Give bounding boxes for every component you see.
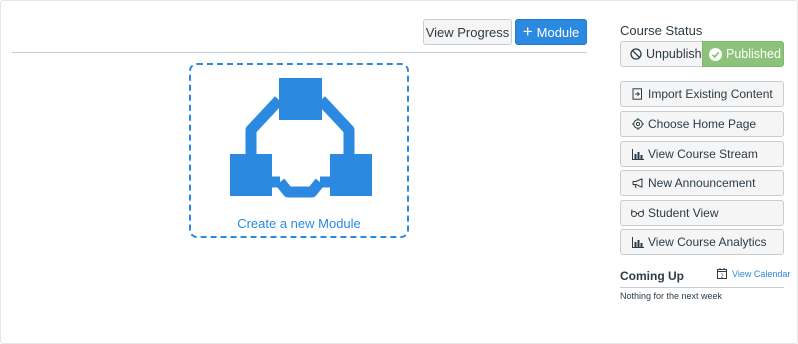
- view-calendar-label: View Calendar: [732, 268, 791, 279]
- create-module-card[interactable]: Create a new Module: [189, 63, 409, 238]
- check-circle-icon: [709, 47, 722, 61]
- import-content-button[interactable]: Import Existing Content: [620, 81, 784, 107]
- unpublish-label: Unpublish: [646, 47, 702, 61]
- choose-home-page-button[interactable]: Choose Home Page: [620, 111, 784, 137]
- add-module-label: Module: [536, 24, 580, 40]
- analytics-chart-icon: [631, 236, 644, 249]
- published-label: Published: [726, 47, 781, 61]
- import-icon: [631, 88, 644, 101]
- view-course-stream-label: View Course Stream: [648, 147, 758, 161]
- choose-home-page-label: Choose Home Page: [648, 117, 757, 131]
- glasses-icon: [631, 207, 644, 220]
- view-course-stream-button[interactable]: View Course Stream: [620, 141, 784, 167]
- calendar-icon: 2: [717, 268, 727, 279]
- coming-up-divider: [620, 287, 784, 288]
- stream-chart-icon: [631, 148, 644, 161]
- publish-toggle-group: Unpublish Published: [620, 41, 784, 67]
- new-announcement-button[interactable]: New Announcement: [620, 170, 784, 196]
- megaphone-icon: [631, 177, 644, 190]
- view-course-analytics-button[interactable]: View Course Analytics: [620, 229, 784, 255]
- create-module-label: Create a new Module: [237, 216, 361, 231]
- add-module-button[interactable]: + Module: [515, 19, 587, 45]
- ban-icon: [630, 48, 642, 60]
- view-progress-button[interactable]: View Progress: [423, 19, 512, 45]
- unpublish-button[interactable]: Unpublish: [620, 41, 702, 67]
- svg-text:2: 2: [720, 273, 723, 279]
- module-diagram-icon: [230, 78, 372, 198]
- header-divider: [12, 52, 587, 53]
- plus-icon: +: [522, 21, 533, 41]
- view-course-analytics-label: View Course Analytics: [648, 235, 767, 249]
- student-view-label: Student View: [648, 206, 719, 220]
- target-icon: [631, 118, 644, 131]
- student-view-button[interactable]: Student View: [620, 200, 784, 226]
- new-announcement-label: New Announcement: [648, 176, 756, 190]
- coming-up-empty-message: Nothing for the next week: [620, 291, 723, 301]
- view-calendar-link[interactable]: 2 View Calendar: [717, 268, 790, 279]
- import-content-label: Import Existing Content: [648, 87, 773, 101]
- view-progress-label: View Progress: [425, 24, 510, 40]
- published-button[interactable]: Published: [702, 41, 784, 67]
- course-status-title: Course Status: [620, 23, 703, 38]
- coming-up-title: Coming Up: [620, 269, 684, 283]
